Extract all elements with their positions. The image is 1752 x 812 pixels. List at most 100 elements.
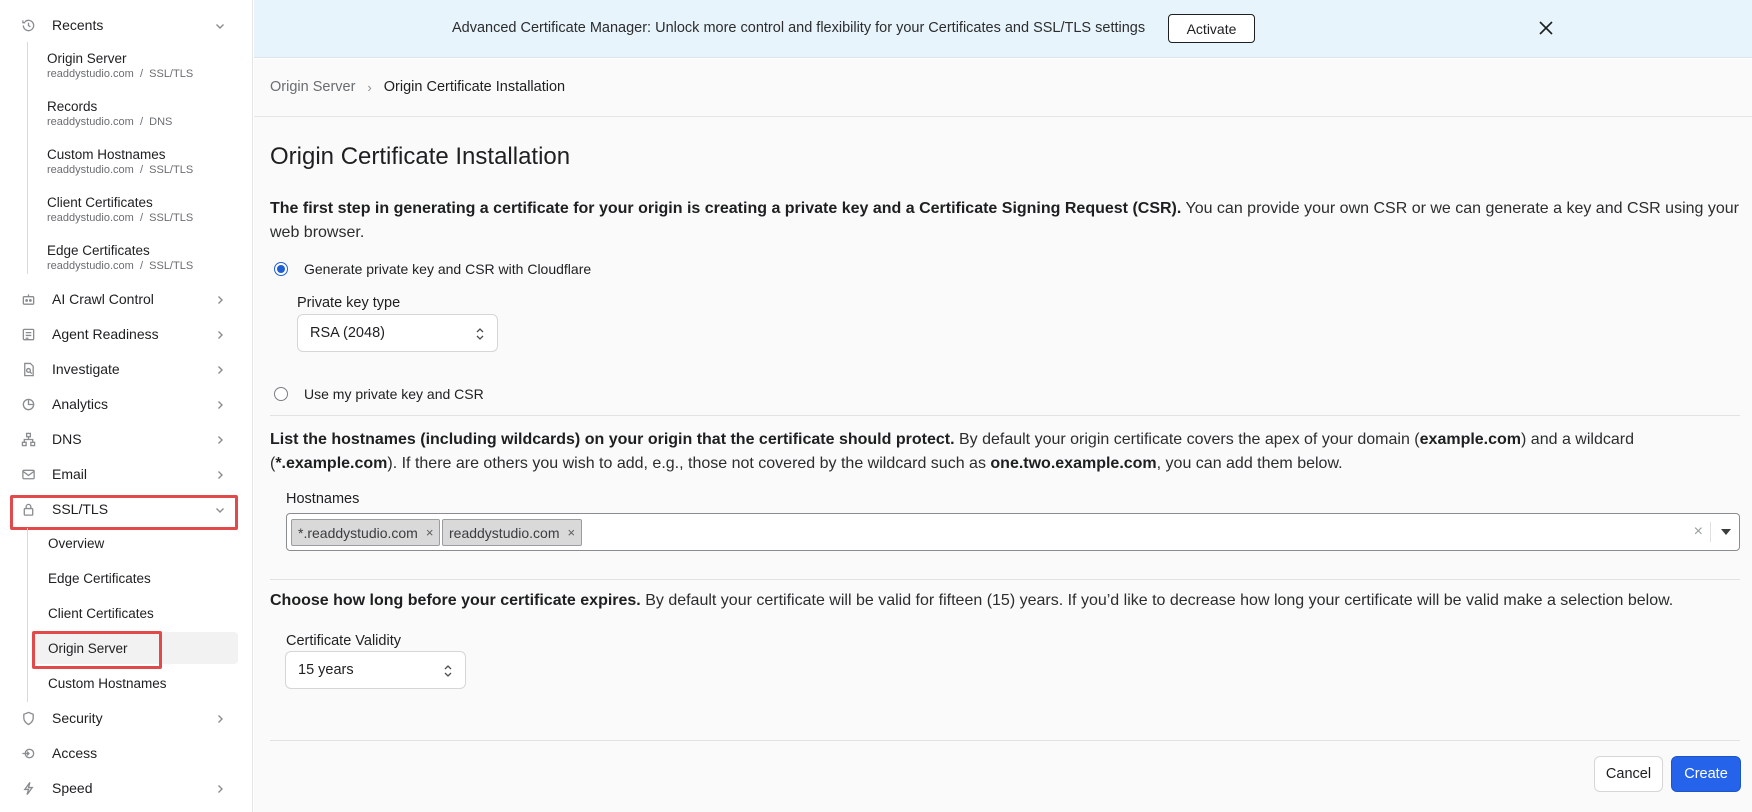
document-search-icon <box>20 361 36 377</box>
certificate-validity-label: Certificate Validity <box>286 633 401 649</box>
access-icon <box>20 745 36 761</box>
sidebar-item-label: Investigate <box>52 361 120 377</box>
sidebar-item-ssl-tls[interactable]: SSL/TLS <box>12 493 238 525</box>
remove-tag-icon[interactable]: × <box>426 525 434 540</box>
create-button[interactable]: Create <box>1671 756 1741 792</box>
radio-option-own[interactable]: Use my private key and CSR <box>274 386 484 402</box>
chevron-down-icon <box>214 503 226 515</box>
close-icon[interactable] <box>1538 20 1556 38</box>
activate-button[interactable]: Activate <box>1168 14 1255 43</box>
chevron-right-icon <box>214 328 226 340</box>
sidebar-item-label: Analytics <box>52 396 109 412</box>
hostname-tag-label: *.readdystudio.com <box>298 524 418 541</box>
divider <box>270 740 1740 741</box>
breadcrumb-link-origin-server[interactable]: Origin Server <box>270 79 355 95</box>
sidebar-item-agent-readiness[interactable]: Agent Readiness <box>12 318 238 350</box>
pie-chart-icon <box>20 396 36 412</box>
envelope-icon <box>20 466 36 482</box>
sidebar-subitem-label: Client Certificates <box>48 605 154 621</box>
chevron-right-icon <box>214 293 226 305</box>
radio-generate-csr[interactable] <box>274 262 288 276</box>
dropdown-caret-icon[interactable] <box>1721 529 1731 535</box>
sidebar-item-email[interactable]: Email <box>12 458 238 490</box>
hostname-tag-label: readdystudio.com <box>449 524 560 541</box>
radio-label: Use my private key and CSR <box>304 386 484 402</box>
clear-all-icon[interactable]: × <box>1694 523 1703 541</box>
robot-icon <box>20 291 36 307</box>
lock-icon <box>20 501 36 517</box>
radio-own-csr[interactable] <box>274 387 288 401</box>
page-title: Origin Certificate Installation <box>270 143 571 170</box>
recent-item-records[interactable]: Records readdystudio.com / DNS <box>47 98 237 129</box>
sidebar-item-label: AI Crawl Control <box>52 291 154 307</box>
certificate-validity-select[interactable]: 15 years <box>285 651 466 689</box>
sidebar-item-investigate[interactable]: Investigate <box>12 353 238 385</box>
recent-item-origin-server[interactable]: Origin Server readdystudio.com / SSL/TLS <box>47 50 237 81</box>
sidebar-item-speed[interactable]: Speed <box>12 772 238 804</box>
sidebar: Recents Origin Server readdystudio.com /… <box>0 0 253 812</box>
sidebar-item-label: Access <box>52 745 98 761</box>
recent-item-title: Edge Certificates <box>47 243 150 258</box>
sidebar-subitem-label: Edge Certificates <box>48 570 151 586</box>
recent-item-custom-hostnames[interactable]: Custom Hostnames readdystudio.com / SSL/… <box>47 146 237 177</box>
sidebar-item-security[interactable]: Security <box>12 702 238 734</box>
chevron-up-down-icon <box>443 663 453 679</box>
chevron-up-down-icon <box>475 326 485 342</box>
remove-tag-icon[interactable]: × <box>568 525 576 540</box>
recent-item-path: readdystudio.com / SSL/TLS <box>47 212 194 224</box>
hostnames-label: Hostnames <box>286 491 360 507</box>
chevron-right-icon <box>214 712 226 724</box>
sidebar-subitem-custom-hostnames[interactable]: Custom Hostnames <box>32 667 238 699</box>
sidebar-item-access[interactable]: Access <box>12 737 238 769</box>
intro-paragraph: The first step in generating a certifica… <box>270 200 1739 241</box>
breadcrumb: Origin Server › Origin Certificate Insta… <box>270 79 565 95</box>
recent-item-title: Origin Server <box>47 51 127 66</box>
recent-item-path: readdystudio.com / SSL/TLS <box>47 260 194 272</box>
recent-item-title: Records <box>47 99 98 114</box>
recent-item-path: readdystudio.com / SSL/TLS <box>47 68 194 80</box>
hostnames-multiselect[interactable]: *.readdystudio.com × readdystudio.com × … <box>286 513 1740 551</box>
private-key-type-select[interactable]: RSA (2048) <box>297 314 498 352</box>
sidebar-item-label: Speed <box>52 780 93 796</box>
sidebar-item-analytics[interactable]: Analytics <box>12 388 238 420</box>
sidebar-item-recents[interactable]: Recents <box>12 9 238 41</box>
sidebar-item-label: Security <box>52 710 103 726</box>
sidebar-subitem-overview[interactable]: Overview <box>32 527 238 559</box>
main-content: Origin Server › Origin Certificate Insta… <box>254 59 1752 812</box>
select-value: RSA (2048) <box>310 325 385 341</box>
chevron-right-icon <box>214 363 226 375</box>
hostname-tag: *.readdystudio.com × <box>291 519 441 546</box>
tree-line <box>27 42 28 274</box>
recent-item-client-certificates[interactable]: Client Certificates readdystudio.com / S… <box>47 194 237 225</box>
sidebar-item-label: Email <box>52 466 88 482</box>
chevron-right-icon <box>214 433 226 445</box>
checklist-icon <box>20 326 36 342</box>
chevron-down-icon <box>214 19 226 31</box>
breadcrumb-separator: › <box>367 79 372 95</box>
recent-item-path: readdystudio.com / DNS <box>47 116 173 128</box>
sidebar-item-ai-crawl-control[interactable]: AI Crawl Control <box>12 283 238 315</box>
validity-paragraph: Choose how long before your certificate … <box>270 592 1674 609</box>
separator <box>1710 522 1711 542</box>
recent-item-edge-certificates[interactable]: Edge Certificates readdystudio.com / SSL… <box>47 242 237 273</box>
divider <box>270 579 1740 580</box>
hostnames-paragraph: List the hostnames (including wildcards)… <box>270 431 1634 472</box>
chevron-right-icon <box>214 398 226 410</box>
sidebar-subitem-client-certificates[interactable]: Client Certificates <box>32 597 238 629</box>
private-key-type-label: Private key type <box>297 295 401 311</box>
radio-option-generate[interactable]: Generate private key and CSR with Cloudf… <box>274 261 591 277</box>
chevron-right-icon <box>214 468 226 480</box>
sidebar-subitem-label: Overview <box>48 535 105 551</box>
sidebar-item-label: Agent Readiness <box>52 326 159 342</box>
sidebar-item-dns[interactable]: DNS <box>12 423 238 455</box>
sidebar-subitem-origin-server[interactable]: Origin Server <box>32 632 238 664</box>
recent-item-title: Custom Hostnames <box>47 147 166 162</box>
shield-icon <box>20 710 36 726</box>
sidebar-subitem-edge-certificates[interactable]: Edge Certificates <box>32 562 238 594</box>
radio-label: Generate private key and CSR with Cloudf… <box>304 261 592 277</box>
sidebar-item-label: DNS <box>52 431 82 447</box>
sidebar-item-label: Recents <box>52 17 104 33</box>
promo-banner: Advanced Certificate Manager: Unlock mor… <box>254 0 1752 58</box>
sidebar-subitem-label: Origin Server <box>48 640 128 656</box>
cancel-button[interactable]: Cancel <box>1594 756 1663 792</box>
